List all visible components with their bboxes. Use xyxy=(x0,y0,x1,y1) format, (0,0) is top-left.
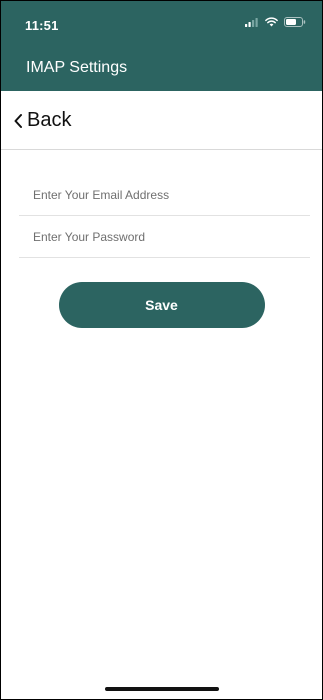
chevron-left-icon xyxy=(13,113,23,129)
battery-icon xyxy=(284,17,306,27)
cellular-signal-icon xyxy=(245,17,259,27)
status-bar: 11:51 xyxy=(1,1,322,45)
email-field-row xyxy=(19,174,310,216)
page-title: IMAP Settings xyxy=(26,59,128,76)
home-indicator xyxy=(104,687,219,691)
password-field-row xyxy=(19,216,310,258)
email-field[interactable] xyxy=(19,187,310,202)
back-button[interactable]: Back xyxy=(13,109,71,132)
app-header: 11:51 IMAP Settings xyxy=(1,1,322,91)
status-time: 11:51 xyxy=(25,18,59,33)
title-row: IMAP Settings xyxy=(1,45,322,91)
navigation-bar: Back xyxy=(1,91,322,150)
password-field[interactable] xyxy=(19,229,310,244)
save-button-container: Save xyxy=(1,282,322,328)
status-icons xyxy=(245,17,306,27)
phone-screen: 11:51 IMAP Settings Back Enter Your Emai… xyxy=(0,0,323,700)
imap-settings-form xyxy=(1,150,322,258)
wifi-icon xyxy=(265,17,278,27)
save-button[interactable]: Save xyxy=(58,282,265,328)
back-label: Back xyxy=(27,109,72,131)
